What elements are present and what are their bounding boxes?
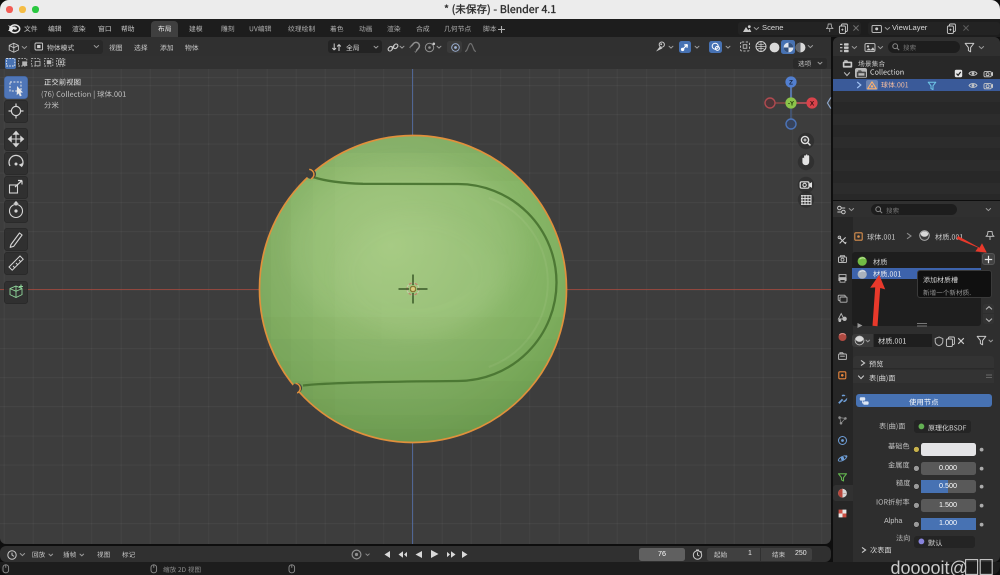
svg-text:-Y: -Y: [788, 101, 794, 107]
svg-text:Z: Z: [789, 79, 793, 86]
svg-text:X: X: [810, 100, 815, 107]
